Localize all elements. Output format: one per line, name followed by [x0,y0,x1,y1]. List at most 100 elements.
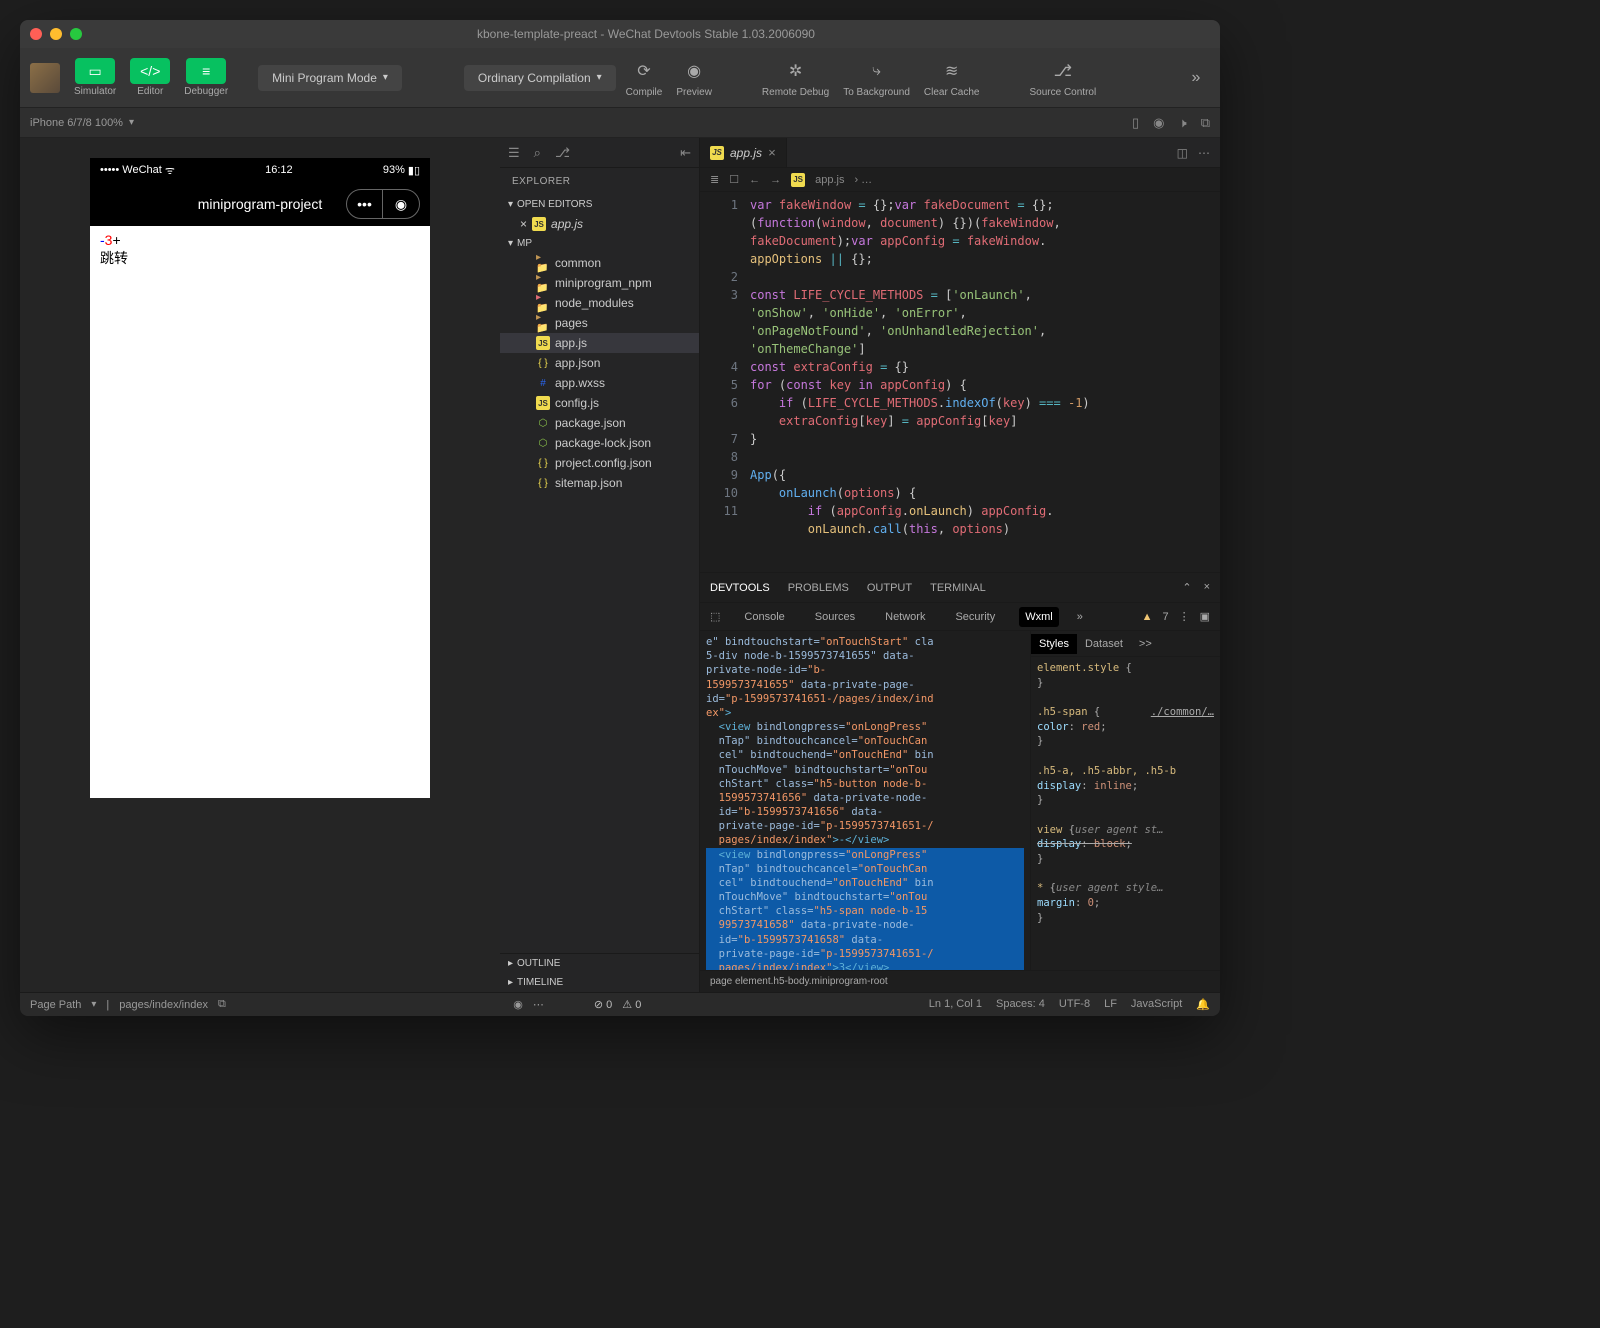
collapse-icon[interactable]: ⇤ [680,145,691,161]
overflow-icon[interactable]: » [1077,611,1083,623]
back-icon[interactable]: ← [749,174,760,186]
forward-icon[interactable]: → [770,174,781,186]
file-tree-item[interactable]: JSapp.js [500,333,699,353]
page-path-value[interactable]: pages/index/index [119,999,208,1011]
preview-button[interactable]: ◉ Preview [672,55,716,100]
inspector-tab-sources[interactable]: Sources [809,607,861,627]
increment-button[interactable]: + [112,232,120,248]
remote-debug-button[interactable]: ✲ Remote Debug [758,55,833,100]
file-tree-item[interactable]: ⬡package-lock.json [500,433,699,453]
source-control-button[interactable]: ⎇ Source Control [1026,55,1101,100]
maximize-window[interactable] [70,28,82,40]
code-editor[interactable]: 1 23 456 7891011 var fakeWindow = {};var… [700,192,1220,572]
close-icon[interactable]: × [1204,581,1210,594]
search-icon[interactable]: ⌕ [534,145,541,161]
split-icon[interactable]: ◫ [1177,146,1188,160]
copy-icon[interactable]: ⧉ [218,998,226,1011]
css-rules[interactable]: element.style {} .h5-span {./common/… co… [1031,657,1220,970]
close-button[interactable]: ◉ [383,190,419,218]
devtools-tab-terminal[interactable]: TERMINAL [930,582,986,594]
outline-section[interactable]: ▸ OUTLINE [500,954,699,973]
toc-icon[interactable]: ≣ [710,173,719,186]
file-tree-item[interactable]: { }project.config.json [500,453,699,473]
explorer-toolbar: ☰ ⌕ ⎇ ⇤ [500,138,699,168]
open-editors-section[interactable]: ▾ OPEN EDITORS [500,195,699,214]
miniprogram-title: miniprogram-project [198,196,322,212]
warning-count[interactable]: 7 [1162,611,1168,623]
more-icon[interactable]: ⋯ [533,998,544,1011]
page-path-label[interactable]: Page Path [30,999,81,1011]
inspector-tab-wxml[interactable]: Wxml [1019,607,1059,627]
inspect-icon[interactable]: ⬚ [710,610,720,623]
program-mode-select[interactable]: Mini Program Mode ▾ [258,65,402,91]
chevron-up-icon[interactable]: ⌃ [1182,581,1191,594]
file-tree-item[interactable]: ▸ 📁pages [500,313,699,333]
bell-icon[interactable]: 🔔 [1196,998,1210,1011]
open-editor-item[interactable]: × JS app.js [500,214,699,234]
dock-icon[interactable]: ▣ [1200,610,1210,623]
more-icon[interactable]: ⋯ [1198,146,1210,160]
file-tree-item[interactable]: ⬡package.json [500,413,699,433]
file-tree-item[interactable]: ▸ 📁node_modules [500,293,699,313]
minimize-window[interactable] [50,28,62,40]
list-icon[interactable]: ☰ [508,145,520,161]
phone-content[interactable]: -3+ 跳转 [90,226,430,798]
devtools-tab-devtools[interactable]: DEVTOOLS [710,582,770,594]
mute-icon[interactable]: 🕨 [1179,115,1187,131]
file-tree-item[interactable]: { }sitemap.json [500,473,699,493]
device-select[interactable]: iPhone 6/7/8 100% [30,117,123,129]
language-mode[interactable]: JavaScript [1131,998,1182,1011]
eye-icon[interactable]: ◉ [513,998,523,1011]
chevron-down-icon: ▾ [508,199,513,210]
error-icon[interactable]: ⊘ 0 [594,998,612,1011]
close-tab-icon[interactable]: × [768,145,776,160]
navigate-link[interactable]: 跳转 [100,248,420,268]
editor-pane: JS app.js × ◫ ⋯ ≣ ☐ ← → JS app.js › … 1 [700,138,1220,992]
debugger-toggle[interactable]: ≡ Debugger [180,56,232,99]
to-background-button[interactable]: ⤷ To Background [839,55,914,100]
devtools-tab-output[interactable]: OUTPUT [867,582,912,594]
phone-simulator: ••••• WeChat ᯤ 16:12 93% ▮▯ miniprogram-… [90,158,430,798]
branch-icon[interactable]: ⎇ [555,145,570,161]
styles-tab-dataset[interactable]: Dataset [1077,634,1131,654]
user-avatar[interactable] [30,63,60,93]
js-file-icon: JS [532,217,546,231]
editor-tab-appjs[interactable]: JS app.js × [700,138,787,167]
menu-button[interactable]: ••• [347,190,383,218]
inspector-tab-network[interactable]: Network [879,607,931,627]
bug-icon: ✲ [782,57,810,85]
main-toolbar: ▭ Simulator </> Editor ≡ Debugger Mini P… [20,48,1220,108]
cursor-position[interactable]: Ln 1, Col 1 [929,998,982,1011]
timeline-section[interactable]: ▸ TIMELINE [500,973,699,992]
file-tree-item[interactable]: ▸ 📁common [500,253,699,273]
close-icon[interactable]: × [520,217,527,231]
simulator-toggle[interactable]: ▭ Simulator [70,56,120,99]
devtools-tab-problems[interactable]: PROBLEMS [788,582,849,594]
record-icon[interactable]: ◉ [1153,115,1164,131]
editor-toggle[interactable]: </> Editor [126,56,174,99]
styles-tab-styles[interactable]: Styles [1031,634,1077,654]
project-root[interactable]: ▾ MP [500,234,699,253]
inspector-tab-security[interactable]: Security [949,607,1001,627]
compilation-select[interactable]: Ordinary Compilation ▾ [464,65,616,91]
overflow-button[interactable]: » [1182,64,1210,92]
warning-icon[interactable]: ⚠ 0 [622,998,641,1011]
inspector-tab-console[interactable]: Console [738,607,790,627]
copy-icon[interactable]: ⧉ [1201,115,1210,131]
file-tree-item[interactable]: JSconfig.js [500,393,699,413]
more-icon[interactable]: ⋮ [1179,610,1190,623]
bookmark-icon[interactable]: ☐ [729,173,739,186]
encoding[interactable]: UTF-8 [1059,998,1090,1011]
device-icon[interactable]: ▯ [1132,115,1139,131]
close-window[interactable] [30,28,42,40]
clear-cache-button[interactable]: ≋ Clear Cache [920,55,984,100]
file-tree-item[interactable]: { }app.json [500,353,699,373]
file-tree-item[interactable]: #app.wxss [500,373,699,393]
compile-button[interactable]: ⟳ Compile [622,55,667,100]
simulator-pane: ••••• WeChat ᯤ 16:12 93% ▮▯ miniprogram-… [20,138,500,992]
indentation[interactable]: Spaces: 4 [996,998,1045,1011]
file-tree-item[interactable]: ▸ 📁miniprogram_npm [500,273,699,293]
styles-tab->>[interactable]: >> [1131,634,1160,654]
wxml-tree[interactable]: e" bindtouchstart="onTouchStart" cla5-di… [700,631,1030,970]
line-ending[interactable]: LF [1104,998,1117,1011]
